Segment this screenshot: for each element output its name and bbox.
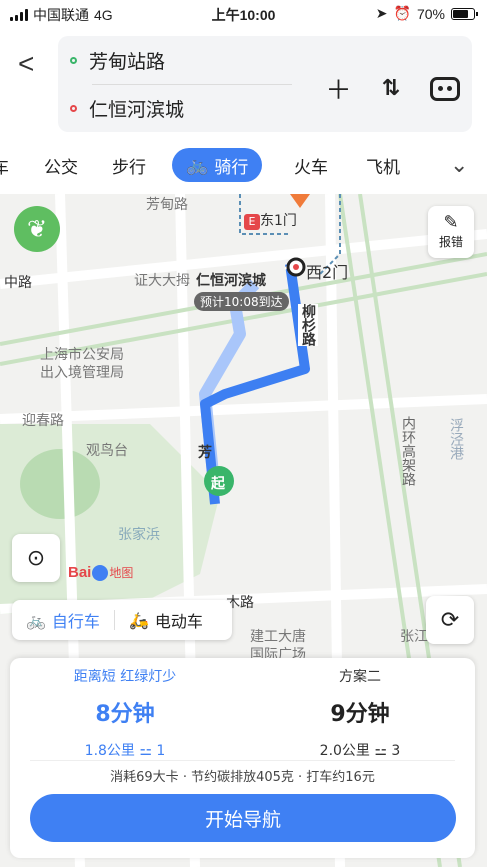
chevron-down-icon[interactable]: ⌄ — [450, 148, 468, 182]
road-label: 迎春路 — [22, 413, 64, 429]
edit-icon: ✎ — [443, 212, 459, 233]
gate-label: 西2门 — [306, 263, 349, 282]
plan-tag: 方案二 — [339, 669, 381, 685]
logo-text: Bai — [68, 564, 92, 581]
report-label: 报错 — [438, 235, 463, 249]
gate-label: E 东1门 — [244, 210, 297, 230]
end-text: 仁恒河滨城 — [89, 98, 185, 121]
add-waypoint-icon[interactable]: ＋ — [326, 70, 352, 107]
refresh-icon: ⟳ — [440, 607, 460, 633]
tab-walk[interactable]: 步行 — [112, 148, 146, 182]
more-icon[interactable] — [430, 76, 460, 101]
end-field[interactable]: 仁恒河滨城 — [70, 96, 185, 121]
plan-meta: 1.8公里 ⚍ 1 — [10, 740, 240, 760]
map-pin-icon — [290, 194, 310, 208]
battery-percent: 70% — [416, 5, 445, 22]
plan-time: 9分钟 — [330, 702, 390, 727]
route-summary: 消耗69大卡 · 节约碳排放405克 · 打车约16元 — [110, 770, 375, 785]
tab-train[interactable]: 火车 — [294, 148, 328, 182]
alarm-icon: ⏰ — [393, 5, 411, 21]
bicycle-icon: 🚲 — [26, 610, 46, 630]
tab-bus[interactable]: 公交 — [44, 148, 78, 182]
plan-lights: 1 — [156, 743, 166, 759]
tab-label: 骑行 — [214, 157, 249, 178]
status-bar: 中国联通 4G 上午10:00 ➤ ⏰ 70% — [0, 0, 487, 28]
traffic-light-icon: ⚍ — [139, 743, 152, 759]
start-marker-label: 起 — [211, 476, 225, 492]
route-input-box: 芳甸站路 仁恒河滨城 ＋ ⇅ — [58, 36, 472, 132]
ebike-mode-option[interactable]: 🛵 电动车 — [115, 608, 217, 632]
road-label: 内环高架路 — [400, 416, 416, 486]
logo-text: 地图 — [109, 566, 134, 580]
locate-button[interactable]: ⊙ — [12, 534, 60, 582]
poi-label: 上海市公安局 — [40, 347, 124, 363]
poi-label: 观鸟台 — [86, 443, 128, 459]
gate-text: 东1门 — [260, 213, 297, 229]
crosshair-icon: ⊙ — [26, 545, 46, 571]
tab-plane[interactable]: 飞机 — [366, 148, 400, 182]
destination-label: 仁恒河滨城 — [196, 273, 266, 289]
tab-label: 车 — [0, 157, 9, 178]
start-text: 芳甸站路 — [89, 50, 166, 73]
plan-distance: 1.8公里 — [84, 743, 135, 759]
refresh-button[interactable]: ⟳ — [426, 596, 474, 644]
route-header: < 芳甸站路 仁恒河滨城 ＋ ⇅ — [0, 28, 487, 140]
divider — [30, 760, 455, 761]
plan-card-1[interactable]: 距离短 红绿灯少 8分钟 1.8公里 ⚍ 1 — [10, 666, 240, 760]
building-icon: E — [244, 214, 260, 230]
baidu-logo: Bai 地图 — [68, 564, 133, 581]
road-label: 柳杉路 — [298, 304, 318, 346]
start-field[interactable]: 芳甸站路 — [70, 48, 166, 73]
bike-mode-option[interactable]: 🚲 自行车 — [12, 608, 114, 632]
poi-label: 建工大唐 — [250, 629, 306, 645]
divider — [92, 84, 292, 85]
mode-label: 电动车 — [154, 612, 203, 631]
battery-icon — [451, 7, 478, 20]
mode-label: 自行车 — [51, 612, 100, 631]
eta-badge: 预计10:08到达 — [194, 292, 289, 311]
paw-icon — [92, 564, 109, 581]
destination-dot-icon — [293, 264, 299, 270]
plan-meta: 2.0公里 ⚍ 3 — [245, 740, 475, 760]
poi-label: 证大大拇 — [134, 273, 190, 289]
swap-icon[interactable]: ⇅ — [382, 76, 400, 101]
leaf-icon[interactable]: ❦ — [14, 206, 60, 252]
tab-label: 公交 — [44, 157, 78, 178]
plan-tag: 距离短 红绿灯少 — [73, 669, 177, 685]
start-dot-icon — [70, 56, 77, 64]
end-dot-icon — [70, 104, 77, 112]
report-button[interactable]: ✎ 报错 — [428, 206, 474, 258]
back-button[interactable]: < — [18, 48, 34, 80]
road-label: 中路 — [4, 275, 32, 291]
plan-distance: 2.0公里 — [319, 743, 370, 759]
tab-label: 步行 — [112, 157, 146, 178]
tab-label: 飞机 — [366, 157, 400, 178]
tab-car[interactable]: 车 — [0, 148, 9, 182]
vehicle-mode-switch: 🚲 自行车 🛵 电动车 — [12, 600, 232, 640]
water-label: 张家浜 — [118, 527, 160, 543]
transport-tabs: 车 公交 步行 🚲 骑行 火车 飞机 ⌄ — [0, 140, 487, 194]
water-label: 浮泾港 — [448, 418, 464, 460]
bicycle-icon: 🚲 — [186, 154, 209, 176]
route-plan-panel: 距离短 红绿灯少 8分钟 1.8公里 ⚍ 1 方案二 9分钟 2.0公里 ⚍ 3… — [10, 658, 475, 858]
scooter-icon: 🛵 — [128, 610, 149, 630]
plan-card-2[interactable]: 方案二 9分钟 2.0公里 ⚍ 3 — [245, 666, 475, 760]
start-navigation-button[interactable]: 开始导航 — [30, 794, 456, 842]
location-arrow-icon: ➤ — [375, 5, 388, 21]
road-label: 芳 — [198, 445, 212, 461]
traffic-light-icon: ⚍ — [374, 743, 387, 759]
tab-bike[interactable]: 🚲 骑行 — [172, 148, 263, 182]
tab-label: 火车 — [294, 157, 328, 178]
plan-time: 8分钟 — [95, 702, 155, 727]
road-label: 芳甸路 — [146, 197, 188, 213]
plan-lights: 3 — [391, 743, 401, 759]
poi-label: 出入境管理局 — [40, 365, 124, 381]
poi-label: 张江 — [400, 629, 428, 645]
